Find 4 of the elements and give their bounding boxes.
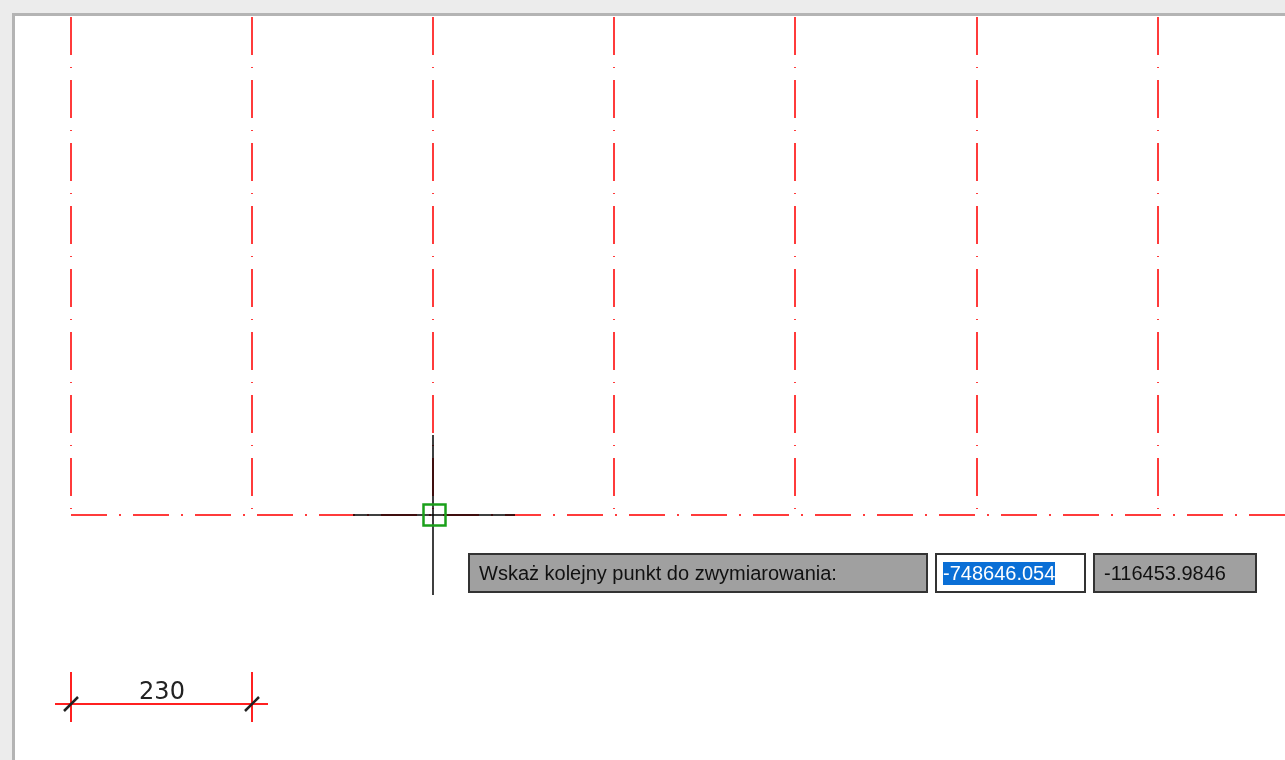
coordinate-field[interactable]: -748646.054: [935, 553, 1086, 593]
coordinate-field[interactable]: -116453.9846: [1093, 553, 1257, 593]
prompt-label: Wskaż kolejny punkt do zwymiarowania:: [468, 553, 928, 593]
dimension-text: 230: [139, 677, 185, 705]
